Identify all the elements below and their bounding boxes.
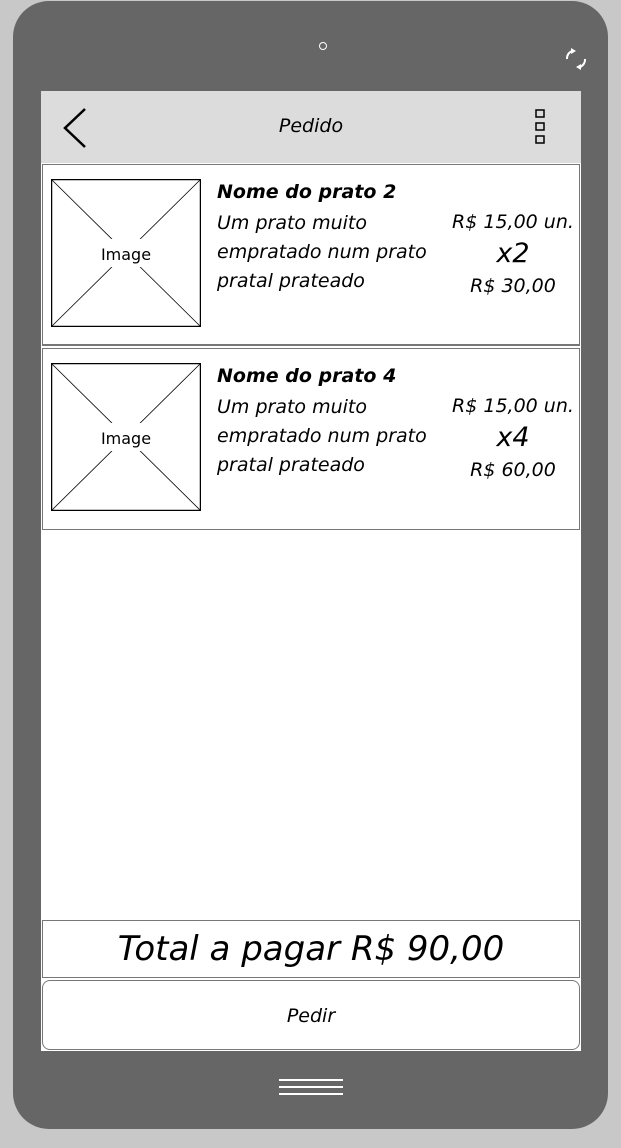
home-lines-icon[interactable] [279,1077,343,1097]
line-total: R$ 30,00 [470,275,556,297]
rotate-icon [566,48,586,70]
image-placeholder-label: Image [100,245,152,264]
app-bar: Pedido [41,91,581,163]
unit-price: R$ 15,00 un. [452,211,574,233]
phone-frame: Pedido Image Nome do prato 2 Um prato mu… [13,1,608,1129]
price-column: R$ 15,00 un. x4 R$ 60,00 [445,393,581,483]
dish-image-placeholder: Image [50,178,202,328]
order-item[interactable]: Image Nome do prato 4 Um prato muito emp… [42,348,580,530]
camera-icon [319,42,327,50]
order-button[interactable]: Pedir [42,980,580,1050]
price-column: R$ 15,00 un. x2 R$ 30,00 [445,209,581,299]
app-screen: Pedido Image Nome do prato 2 Um prato mu… [41,91,581,1051]
quantity: x4 [496,422,530,453]
line-total: R$ 60,00 [470,459,556,481]
dish-name: Nome do prato 4 [217,365,397,387]
image-placeholder-label: Image [100,429,152,448]
dish-description: Um prato muito empratado num prato prata… [217,212,427,292]
dish-image-placeholder: Image [50,362,202,512]
vertical-menu-icon[interactable] [533,107,547,147]
dish-name: Nome do prato 2 [217,181,397,203]
total-to-pay: Total a pagar R$ 90,00 [42,920,580,978]
dish-description: Um prato muito empratado num prato prata… [217,396,427,476]
unit-price: R$ 15,00 un. [452,395,574,417]
quantity: x2 [496,238,530,269]
order-item[interactable]: Image Nome do prato 2 Um prato muito emp… [42,164,580,346]
page-title: Pedido [278,115,344,137]
